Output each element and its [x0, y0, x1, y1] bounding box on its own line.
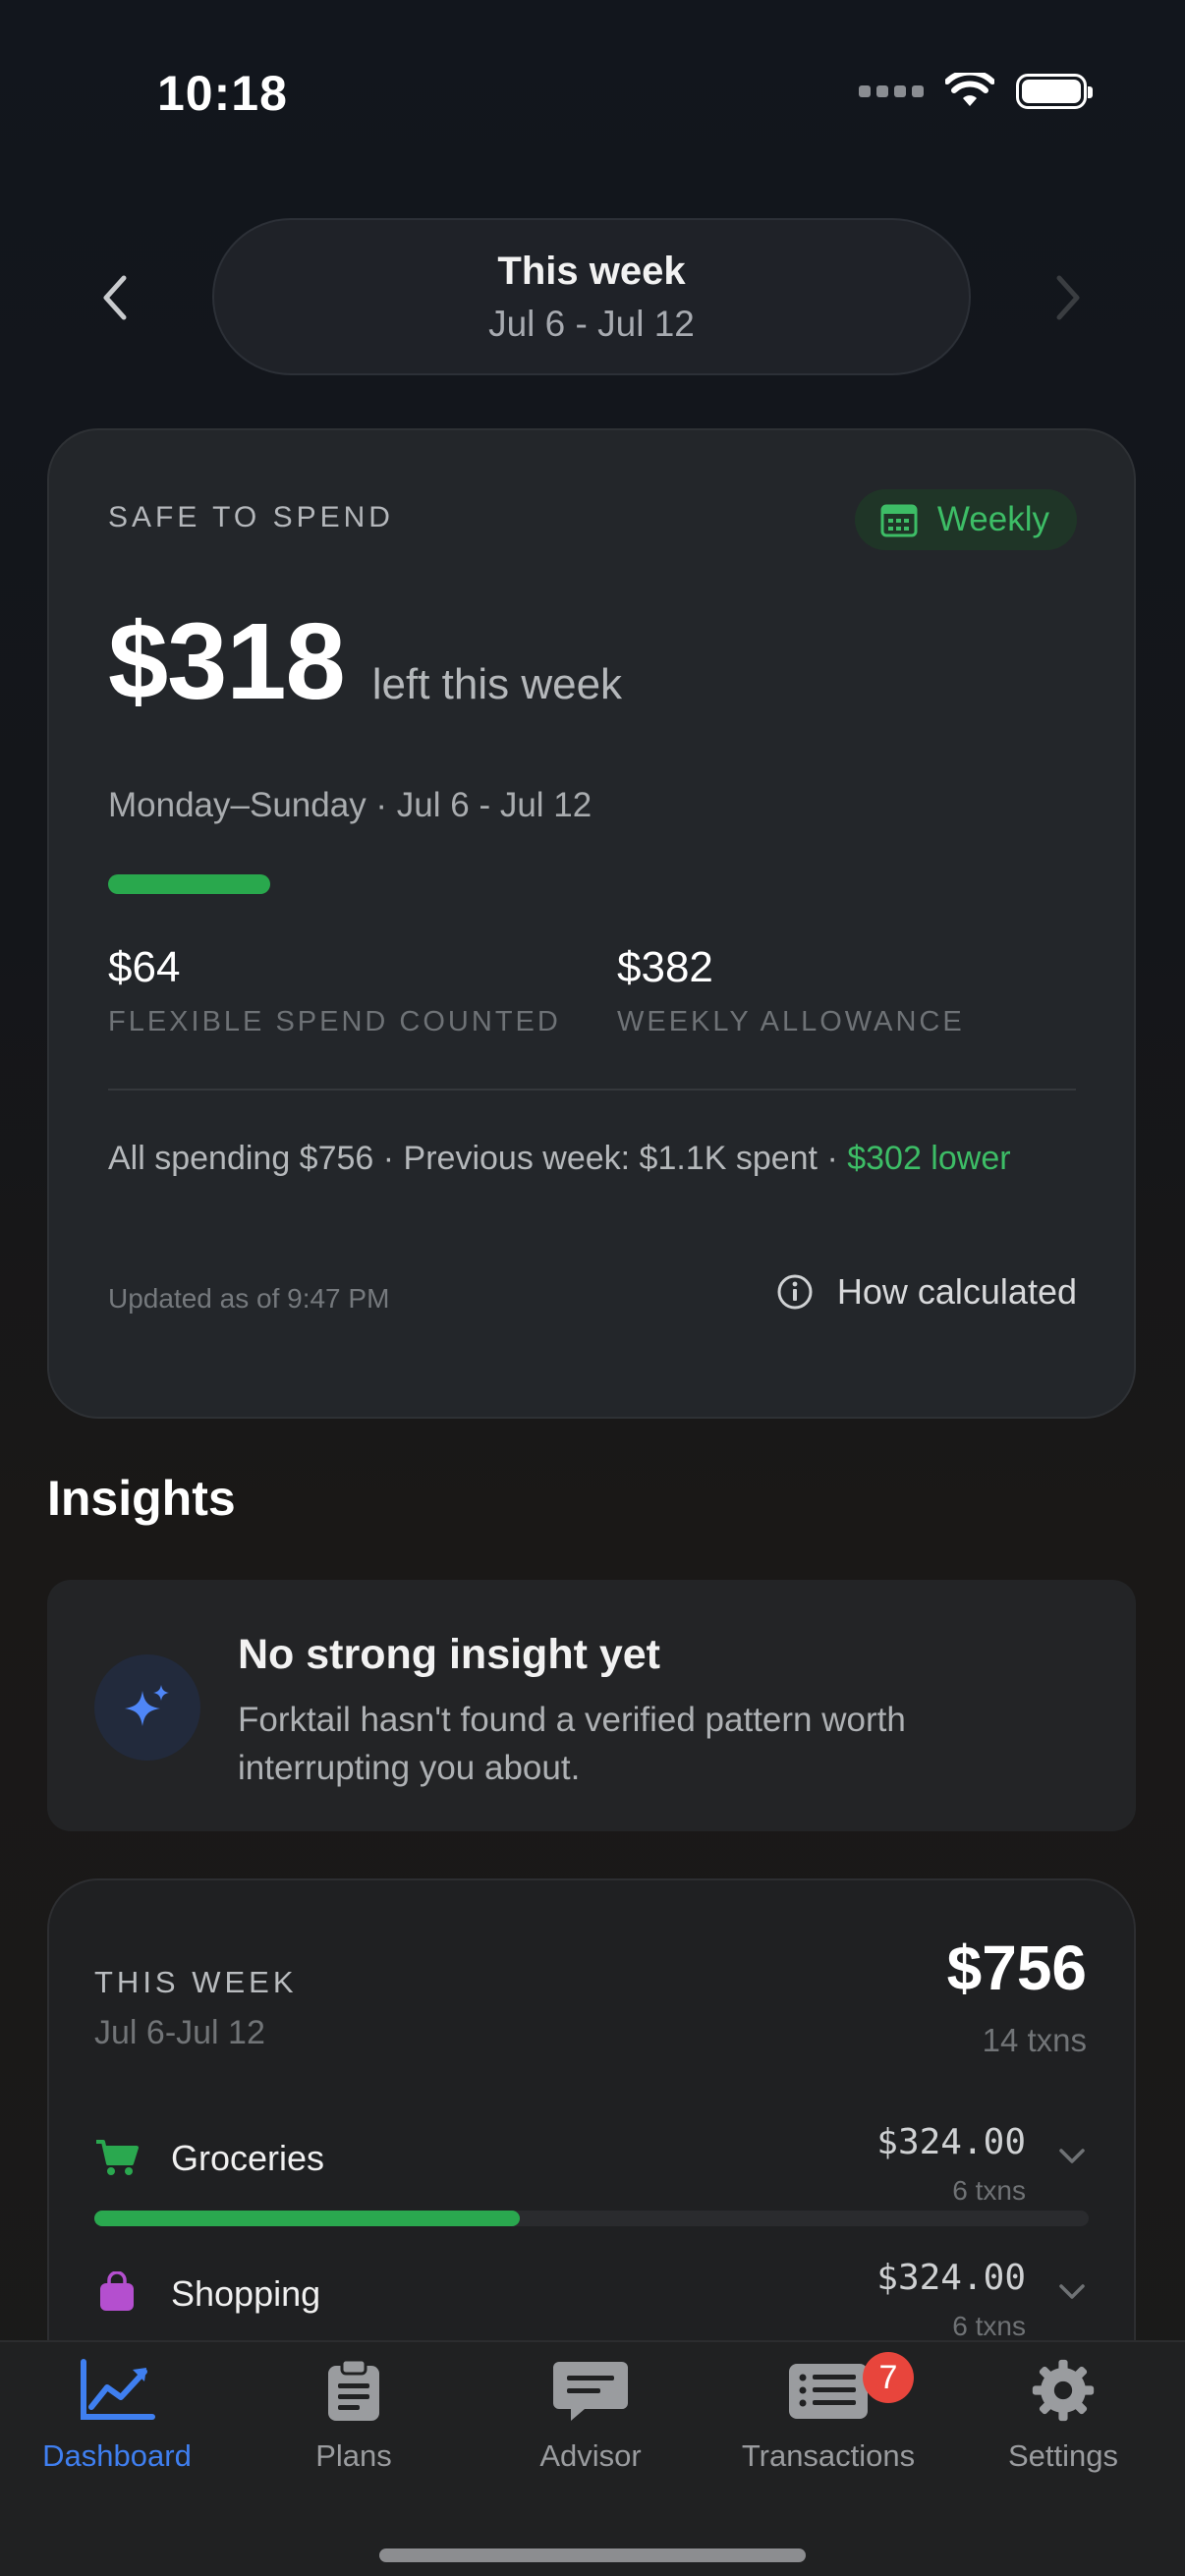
chart-line-icon	[81, 2359, 155, 2420]
this-week-total: $756	[946, 1932, 1087, 2003]
safe-to-spend-card: SAFE TO SPEND Weekly $318 left this week…	[47, 428, 1136, 1419]
chevron-right-icon	[1056, 275, 1080, 320]
category-txn-count: 6 txns	[952, 2311, 1026, 2341]
insights-title: Insights	[47, 1471, 236, 1526]
allowance-stat: $382 WEEKLY ALLOWANCE	[617, 943, 965, 1038]
info-icon	[777, 1274, 813, 1310]
week-title: This week	[497, 249, 686, 293]
insight-card[interactable]: No strong insight yet Forktail hasn't fo…	[47, 1580, 1136, 1831]
safe-amount-row: $318 left this week	[108, 599, 622, 724]
tab-label: Advisor	[539, 2438, 642, 2473]
flexible-label: FLEXIBLE SPEND COUNTED	[108, 1006, 561, 1037]
chevron-left-icon	[103, 275, 127, 320]
list-icon	[789, 2364, 868, 2419]
cellular-signal-icon	[859, 85, 924, 97]
updated-timestamp: Updated as of 9:47 PM	[108, 1283, 390, 1314]
clipboard-icon	[328, 2358, 379, 2421]
tab-label: Plans	[315, 2438, 392, 2473]
chevron-down-icon	[1059, 2284, 1085, 2299]
status-time: 10:18	[157, 66, 288, 121]
chevron-down-icon	[1059, 2149, 1085, 2163]
insight-body: Forktail hasn't found a verified pattern…	[238, 1701, 906, 1787]
category-row-groceries[interactable]: Groceries $324.00 6 txns	[94, 2122, 1089, 2250]
period-badge-label: Weekly	[936, 500, 1049, 538]
spend-progress-bar	[108, 874, 1076, 894]
sparkle-icon-badge	[94, 1654, 200, 1761]
status-icons	[859, 73, 1093, 110]
bag-icon	[100, 2271, 134, 2311]
gear-icon	[1032, 2359, 1095, 2422]
spend-progress-fill	[108, 874, 271, 894]
tab-label: Dashboard	[42, 2438, 192, 2473]
calendar-icon	[880, 504, 918, 537]
flexible-stat: $64 FLEXIBLE SPEND COUNTED	[108, 943, 561, 1038]
category-txn-count: 6 txns	[952, 2175, 1026, 2206]
period-text: Monday–Sunday · Jul 6 - Jul 12	[108, 786, 592, 824]
category-amount: $324.00	[876, 2258, 1026, 2298]
week-range: Jul 6 - Jul 12	[488, 303, 695, 344]
chat-bubble-icon	[553, 2362, 628, 2421]
tab-dashboard[interactable]: Dashboard	[9, 2358, 225, 2474]
this-week-range: Jul 6-Jul 12	[94, 2014, 265, 2051]
allowance-value: $382	[617, 943, 713, 991]
allowance-label: WEEKLY ALLOWANCE	[617, 1006, 965, 1037]
sparkle-icon	[125, 1685, 169, 1726]
week-selector[interactable]: This week Jul 6 - Jul 12	[212, 218, 971, 375]
how-calculated-button[interactable]: How calculated	[776, 1271, 1077, 1313]
cart-icon	[96, 2140, 139, 2175]
previous-week-button[interactable]	[81, 263, 149, 332]
battery-icon	[1016, 74, 1093, 109]
period-badge[interactable]: Weekly	[854, 489, 1077, 550]
home-indicator	[379, 2548, 806, 2562]
tab-settings[interactable]: Settings	[955, 2358, 1171, 2474]
this-week-label: THIS WEEK	[94, 1965, 298, 1999]
tab-label: Settings	[1007, 2438, 1118, 2473]
insight-title: No strong insight yet	[238, 1631, 660, 1678]
comparison-text: All spending $756 · Previous week: $1.1K…	[108, 1140, 848, 1177]
tab-plans[interactable]: Plans	[246, 2358, 462, 2474]
tab-advisor[interactable]: Advisor	[482, 2358, 699, 2474]
this-week-txn-count: 14 txns	[982, 2022, 1087, 2058]
divider	[108, 1089, 1076, 1091]
spending-comparison: All spending $756 · Previous week: $1.1K…	[108, 1140, 1011, 1178]
safe-amount-suffix: left this week	[371, 660, 623, 708]
safe-amount: $318	[108, 601, 346, 722]
category-amount: $324.00	[876, 2122, 1026, 2162]
category-bar-fill	[94, 2211, 521, 2226]
how-calculated-label: How calculated	[836, 1271, 1077, 1312]
category-name: Groceries	[171, 2138, 325, 2178]
next-week-button[interactable]	[1034, 263, 1102, 332]
category-name: Shopping	[171, 2273, 321, 2314]
wifi-icon	[945, 73, 994, 106]
transactions-badge: 7	[863, 2352, 914, 2403]
safe-to-spend-label: SAFE TO SPEND	[108, 501, 394, 533]
flexible-value: $64	[108, 943, 181, 991]
category-bar-track	[94, 2211, 1089, 2226]
tab-label: Transactions	[741, 2438, 916, 2473]
comparison-delta: $302 lower	[847, 1140, 1011, 1177]
